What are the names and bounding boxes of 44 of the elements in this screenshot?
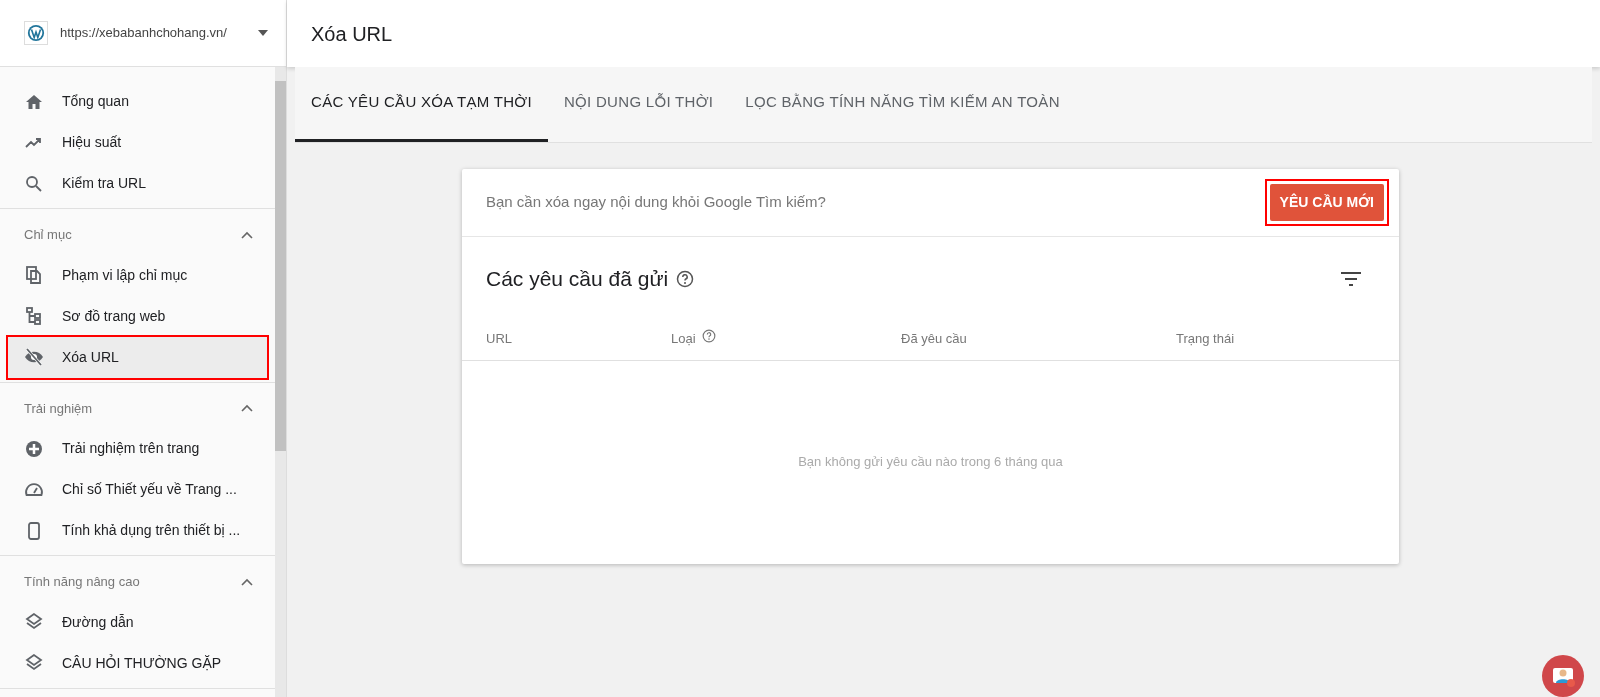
dropdown-caret-icon[interactable] (258, 30, 268, 36)
sidebar-item[interactable]: Xóa URL (8, 336, 267, 378)
sidebar-item[interactable]: Tính khả dụng trên thiết bị ... (8, 510, 267, 551)
filter-icon[interactable] (1341, 271, 1361, 286)
section-label: Tính năng nâng cao (24, 573, 140, 591)
section-label: Chỉ mục (24, 226, 72, 244)
help-icon[interactable] (701, 328, 716, 343)
chevron-icon[interactable] (241, 577, 253, 586)
wordpress-logo-icon (24, 21, 48, 45)
column-header: URL (486, 329, 512, 348)
tab[interactable]: CÁC YÊU CẦU XÓA TẠM THỜI (295, 67, 548, 142)
page-title: Xóa URL (311, 21, 393, 47)
sidebar-item[interactable]: Kiểm tra URL (8, 163, 267, 204)
property-url[interactable]: https://xebabanhchohang.vn/ (60, 23, 246, 43)
sidebar-item[interactable]: Hiệu suất (8, 122, 267, 163)
sidebar-item[interactable]: Phạm vi lập chỉ mục (8, 254, 267, 296)
search-icon (24, 173, 44, 194)
sidebar-item[interactable]: Chỉ số Thiết yếu về Trang ... (8, 469, 267, 510)
plus-circle-icon (24, 438, 44, 459)
sidebar-item[interactable]: Sơ đồ trang web (8, 295, 267, 337)
prompt-text: Bạn cần xóa ngay nội dung khỏi Google Tìm kiếm? (486, 191, 826, 212)
help-icon[interactable] (676, 269, 695, 288)
tab[interactable]: NỘI DUNG LỖI THỜI (547, 67, 730, 142)
scrollbar-thumb[interactable] (275, 81, 286, 451)
sidebar-item[interactable]: Tổng quan (8, 81, 267, 122)
chevron-icon[interactable] (241, 230, 253, 239)
tab[interactable]: LỌC BẰNG TÍNH NĂNG TÌM KIẾM AN TOÀN (729, 67, 1076, 142)
layers-icon (24, 653, 44, 673)
empty-message: Bạn không gửi yêu cầu nào trong 6 tháng qua (798, 453, 1063, 472)
hierarchy-icon (24, 306, 44, 326)
section-title: Các yêu cầu đã gửi (486, 265, 669, 292)
eye-slash-icon (24, 347, 44, 367)
floating-person-icon[interactable] (1542, 655, 1584, 697)
documents-icon (24, 265, 44, 285)
column-header: Trạng thái (1176, 329, 1235, 348)
chevron-icon[interactable] (241, 404, 253, 413)
sidebar-item[interactable]: Đường dẫn (8, 601, 267, 643)
section-label: Trải nghiệm (24, 399, 93, 418)
new-request-button[interactable]: YÊU CẦU MỚI (1269, 183, 1384, 221)
column-header: Loại (671, 329, 696, 348)
layers-icon (24, 612, 44, 632)
sidebar-item[interactable]: Trải nghiệm trên trang (8, 428, 267, 469)
column-header: Đã yêu cầu (901, 329, 967, 348)
sidebar-item[interactable]: CÂU HỎI THƯỜNG GẶP (8, 642, 267, 684)
